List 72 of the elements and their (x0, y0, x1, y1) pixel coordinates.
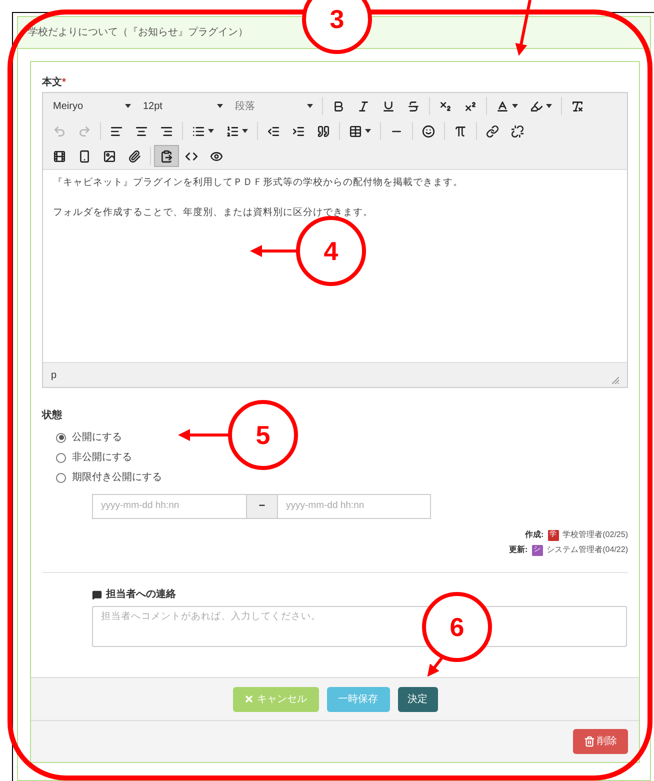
element-path: p (51, 368, 57, 382)
align-right-icon (160, 124, 173, 138)
comment-icon (92, 590, 102, 600)
field-label: 担当者への連絡 (106, 588, 176, 602)
bold-icon (332, 100, 345, 112)
history-label: 更新: (508, 544, 528, 556)
strikethrough-icon (407, 100, 420, 112)
panel-title: 学校だよりについて（『お知らせ』プラグイン） (28, 26, 248, 40)
user-name: システム管理者(04/22) (546, 544, 628, 556)
film-icon (53, 150, 66, 162)
radio-label: 公開にする (72, 431, 122, 445)
italic-icon (357, 100, 370, 112)
toolbar-button[interactable] (154, 145, 179, 167)
smiley-icon (422, 124, 435, 138)
caret-icon (546, 104, 552, 108)
radio-button[interactable] (56, 452, 66, 462)
annotation-arrow (250, 245, 296, 257)
submit-button[interactable]: 決定 (398, 686, 438, 712)
history-label: 作成: (524, 529, 544, 541)
draft-button[interactable]: 一時保存 (326, 686, 390, 712)
date-field[interactable]: yyyy-mm-dd hh:nn (92, 494, 247, 519)
annotation-arrow (178, 429, 228, 441)
user-name: 学校管理者(02/25) (562, 529, 628, 541)
numbered-list-icon (226, 124, 239, 138)
caret-icon (365, 129, 371, 133)
image-icon (103, 150, 116, 162)
toolbar-dropdown[interactable]: 12pt (137, 95, 229, 117)
close-icon (244, 694, 254, 704)
text-color-icon (496, 100, 509, 112)
radio-label: 非公開にする (72, 450, 132, 465)
redo-icon (78, 124, 91, 138)
bullet-list-icon (192, 124, 205, 138)
radio-button[interactable] (56, 472, 66, 482)
underline-icon (382, 100, 395, 112)
annotation-arrow (515, 0, 532, 56)
superscript-icon (464, 100, 477, 112)
caret-icon (512, 104, 518, 108)
range-separator: − (247, 494, 277, 519)
align-center-icon (135, 124, 148, 138)
code-icon (185, 150, 198, 162)
toolbar-dropdown[interactable]: 段落 (229, 95, 319, 117)
caret-icon (208, 129, 214, 133)
align-left-icon (110, 124, 123, 138)
radio-label: 期限付き公開にする (72, 470, 162, 485)
table-icon (349, 124, 362, 138)
caret-icon (217, 104, 223, 108)
field-label: 本文 (42, 76, 62, 90)
undo-icon (53, 124, 66, 138)
paperclip-icon (128, 150, 141, 162)
highlight-icon (530, 100, 543, 112)
date-field[interactable]: yyyy-mm-dd hh:nn (277, 494, 431, 519)
pi-icon (454, 124, 467, 138)
outdent-icon (267, 124, 280, 138)
paragraph: 『キャビネット』プラグインを利用してＰＤＦ形式等の学校からの配付物を掲載できます。 (53, 176, 464, 190)
resize-handle-icon[interactable] (612, 377, 619, 384)
indent-icon (292, 124, 305, 138)
link-icon (486, 124, 499, 138)
caret-icon (242, 129, 248, 133)
caret-icon (125, 104, 131, 108)
radio-button[interactable] (56, 432, 66, 442)
field-label: 状態 (42, 410, 62, 421)
required-mark: * (62, 76, 66, 90)
caret-icon (307, 104, 313, 108)
trash-icon (584, 736, 595, 747)
delete-button[interactable]: 削除 (573, 729, 628, 754)
toolbar-dropdown[interactable]: Meiryo (47, 95, 137, 117)
quote-icon (317, 124, 330, 138)
clear-format-icon (571, 100, 584, 112)
subscript-icon (439, 100, 452, 112)
paste-icon (160, 150, 173, 162)
unlink-icon (511, 124, 524, 138)
eye-icon (210, 150, 223, 162)
